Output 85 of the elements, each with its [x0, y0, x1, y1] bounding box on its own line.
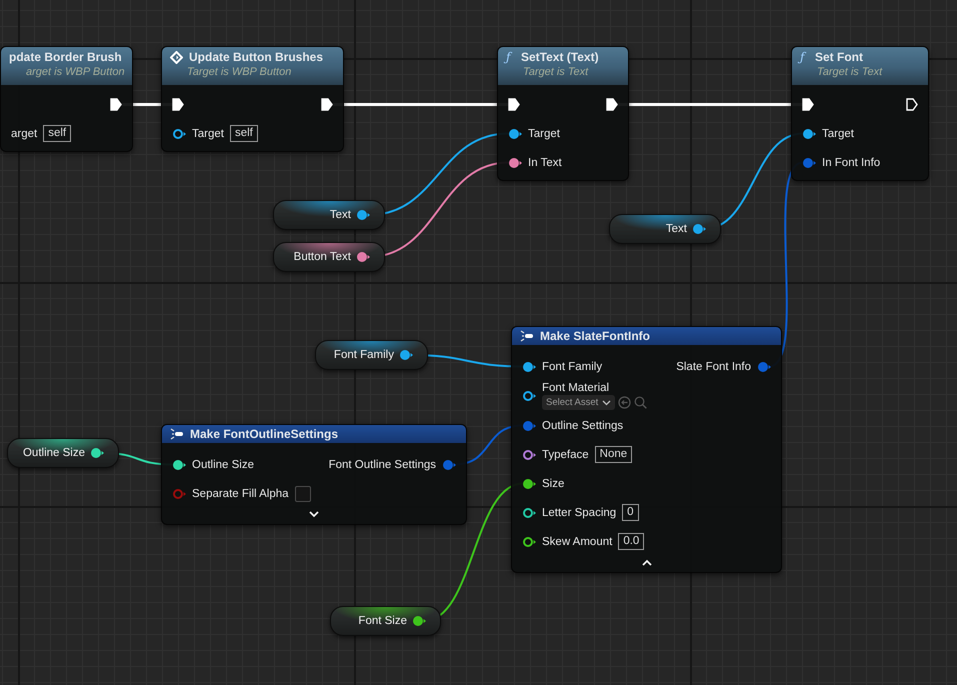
function-node[interactable]: ƒ Set Font Target is Text Target In Font Info — [791, 46, 929, 181]
exec-pin[interactable] — [802, 98, 814, 111]
node-title: Set Font — [815, 50, 863, 64]
pin-label: Skew Amount — [542, 536, 612, 548]
pin-label: Target — [822, 128, 854, 140]
data-pin[interactable] — [522, 360, 536, 372]
data-pin[interactable] — [522, 506, 536, 518]
pin-label: In Font Info — [822, 156, 880, 168]
pin-label: Outline Size — [192, 458, 254, 470]
make-node[interactable]: Make FontOutlineSettings Outline Size Font Outline Settings Separate Fill Alpha — [161, 424, 467, 525]
pin-label: Size — [542, 478, 564, 490]
pin-label: Font Family — [542, 360, 602, 372]
make-struct-icon — [170, 428, 184, 440]
exec-pin[interactable] — [508, 98, 520, 111]
data-pin[interactable] — [522, 448, 536, 460]
variable-node[interactable]: Button Text — [273, 242, 385, 272]
exec-pin[interactable] — [906, 98, 918, 111]
data-pin[interactable] — [522, 536, 536, 548]
caret-icon[interactable] — [309, 511, 319, 518]
data-pin[interactable] — [508, 128, 522, 140]
diamond-icon — [170, 50, 183, 64]
search-icon[interactable] — [634, 396, 648, 409]
pin-label: Slate Font Info — [676, 360, 751, 372]
data-pin[interactable] — [522, 390, 536, 402]
variable-label: Font Size — [358, 615, 407, 627]
variable-node[interactable]: Outline Size — [7, 438, 119, 468]
node-title: Make SlateFontInfo — [540, 329, 650, 343]
data-pin[interactable] — [412, 615, 426, 627]
node-subtitle: Target is Text — [816, 66, 884, 78]
data-pin[interactable] — [172, 128, 186, 140]
variable-label: Text — [330, 209, 351, 221]
data-pin[interactable] — [802, 128, 816, 140]
function-node[interactable]: ƒ SetText (Text) Target is Text Target In Text — [497, 46, 629, 181]
value-field[interactable]: 0 — [622, 504, 639, 521]
data-pin[interactable] — [399, 349, 413, 361]
value-field[interactable]: self — [43, 125, 72, 142]
value-field[interactable]: self — [230, 125, 258, 142]
pin-label: Target — [528, 128, 560, 140]
asset-dropdown[interactable]: Select Asset — [542, 395, 616, 410]
data-pin[interactable] — [508, 156, 522, 168]
data-pin[interactable] — [522, 478, 536, 490]
data-pin[interactable] — [172, 458, 186, 470]
exec-pin[interactable] — [606, 98, 618, 111]
pin-label: Font Material — [542, 382, 610, 394]
data-pin[interactable] — [356, 251, 370, 263]
node-title: Make FontOutlineSettings — [190, 427, 338, 441]
pin-label: Letter Spacing — [542, 506, 616, 518]
data-pin[interactable] — [90, 447, 104, 459]
exec-pin[interactable] — [172, 98, 184, 111]
chevron-down-icon[interactable] — [602, 400, 612, 406]
function-icon: ƒ — [800, 50, 809, 64]
variable-label: Button Text — [294, 251, 351, 263]
pin-label: Target — [192, 128, 224, 140]
variable-label: Text — [666, 223, 687, 235]
function-node[interactable]: Update Button Brushes Target is WBP Button Target self — [161, 46, 344, 152]
variable-node[interactable]: Font Size — [330, 606, 441, 636]
exec-pin[interactable] — [110, 98, 122, 111]
function-icon: ƒ — [506, 50, 515, 64]
node-subtitle: arget is WBP Button — [25, 66, 124, 78]
variable-label: Font Family — [334, 349, 394, 361]
variable-node[interactable]: Font Family — [315, 340, 428, 370]
data-pin[interactable] — [692, 223, 706, 235]
variable-label: Outline Size — [22, 447, 85, 459]
pin-label: In Text — [528, 156, 562, 168]
make-struct-icon — [520, 330, 534, 342]
checkbox[interactable] — [294, 486, 311, 502]
variable-node[interactable]: Text — [609, 214, 721, 244]
pin-label: Font Outline Settings — [328, 458, 436, 470]
data-pin[interactable] — [356, 209, 370, 221]
value-field[interactable]: None — [594, 446, 632, 463]
exec-pin[interactable] — [321, 98, 333, 111]
node-subtitle: Target is Text — [522, 66, 590, 78]
node-title: SetText (Text) — [521, 50, 599, 64]
pin-label: Typeface — [542, 448, 589, 460]
caret-icon[interactable] — [642, 559, 652, 566]
pin-label: Outline Settings — [542, 420, 624, 432]
value-field[interactable]: 0.0 — [618, 533, 644, 550]
function-node[interactable]: pdate Border Brush arget is WBP Button arget self — [0, 46, 133, 152]
pin-label: arget — [11, 128, 38, 140]
node-title: pdate Border Brush — [9, 50, 122, 64]
variable-node[interactable]: Text — [273, 200, 385, 230]
node-subtitle: Target is WBP Button — [186, 66, 292, 78]
pin-label: Separate Fill Alpha — [192, 488, 289, 500]
node-title: Update Button Brushes — [189, 50, 324, 64]
make-node[interactable]: Make SlateFontInfo Font Family Slate Font Info Font Material Select Asset Outline Settings Typeface None Size Letter Spacing 0 Skew Amount 0.0 — [511, 326, 782, 573]
